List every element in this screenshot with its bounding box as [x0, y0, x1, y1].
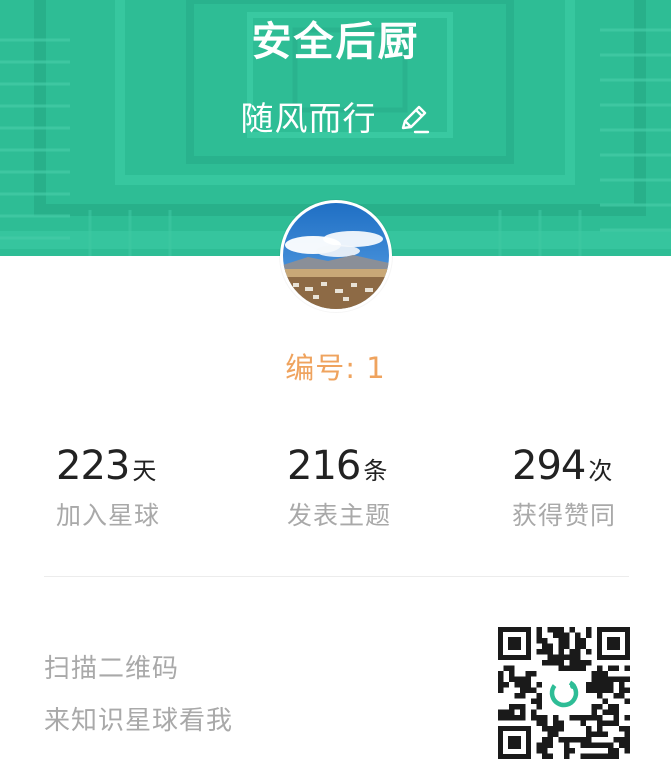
stat-value: 294 [512, 443, 586, 489]
stat-unit: 次 [588, 457, 613, 485]
stat-likes-received: 294 次 获得赞同 [512, 440, 671, 534]
stat-joined-days: 223 天 加入星球 [56, 440, 256, 534]
stat-label: 获得赞同 [512, 501, 617, 530]
avatar[interactable] [280, 200, 392, 312]
stat-unit: 条 [363, 457, 388, 485]
divider [44, 576, 629, 577]
avatar-landscape-image [283, 203, 389, 309]
member-number: 编号: 1 [285, 351, 386, 385]
username: 随风而行 [240, 99, 377, 138]
stat-label: 加入星球 [56, 501, 161, 530]
stat-value: 223 [56, 443, 130, 489]
visit-planet-text: 来知识星球看我 [44, 706, 234, 736]
stat-unit: 天 [132, 457, 157, 485]
qr-code-icon[interactable] [498, 627, 630, 759]
stat-label: 发表主题 [287, 501, 392, 530]
group-title: 安全后厨 [251, 19, 420, 65]
stat-topics-posted[interactable]: 216 条 发表主题 [287, 440, 487, 534]
stat-value: 216 [287, 443, 361, 489]
username-row: 随风而行 [0, 96, 671, 142]
pencil-edit-icon[interactable] [397, 102, 431, 136]
scan-qr-text: 扫描二维码 [44, 654, 180, 684]
